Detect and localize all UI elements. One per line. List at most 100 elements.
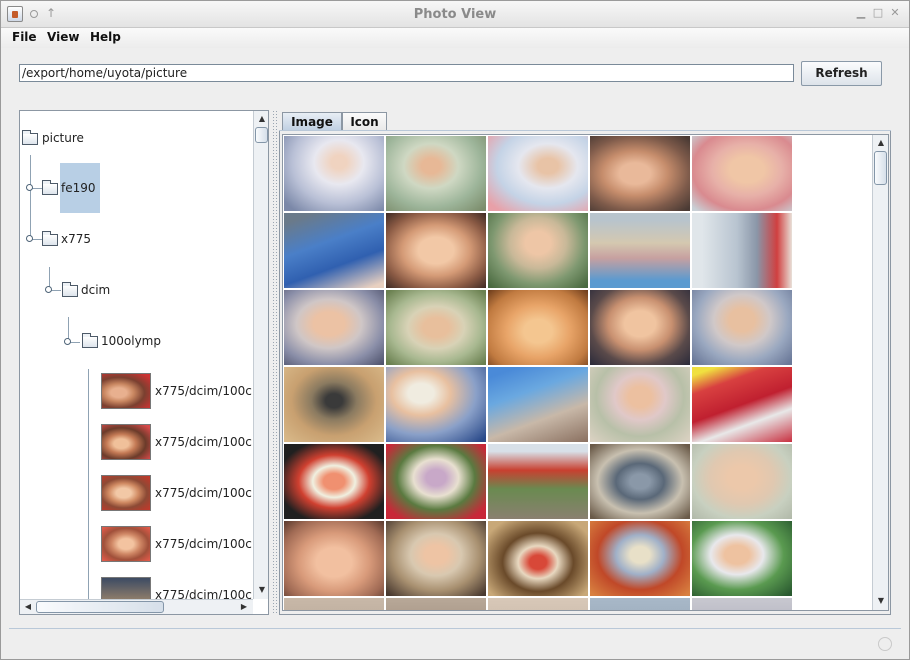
leaf-label: x775/dcim/100c <box>155 588 252 599</box>
leaf-thumbnail <box>101 577 151 599</box>
busy-indicator-icon <box>878 637 892 651</box>
thumbnail-toddler-playroom[interactable] <box>590 213 690 288</box>
thumbnail-fish-platter[interactable] <box>590 521 690 596</box>
thumbnail-shrine-gate[interactable] <box>488 444 588 519</box>
collapse-toggle-icon[interactable] <box>45 286 52 293</box>
thumbnail-sashimi-boat[interactable] <box>488 521 588 596</box>
split-pane-divider[interactable] <box>272 110 278 615</box>
tab-image[interactable]: Image <box>282 112 342 132</box>
thumbnail-baby-outdoor[interactable] <box>692 521 792 596</box>
thumbnail-baby-face-zoom[interactable] <box>284 521 384 596</box>
scroll-left-icon[interactable]: ◀ <box>20 599 36 614</box>
thumbnail-baby-on-quilt[interactable] <box>488 136 588 211</box>
maximize-icon[interactable]: □ <box>871 6 885 20</box>
thumbnail-baby-hat[interactable] <box>386 290 486 365</box>
tree-node-x775[interactable]: x775 <box>40 230 120 250</box>
thumbnail-partial[interactable] <box>284 598 384 610</box>
thumbnail-toy-on-floor[interactable] <box>284 367 384 442</box>
collapse-toggle-icon[interactable] <box>64 338 71 345</box>
tab-icon[interactable]: Icon <box>342 112 387 132</box>
thumbnail-partial[interactable] <box>488 598 588 610</box>
thumbnail-baby-face[interactable] <box>386 213 486 288</box>
folder-icon <box>42 180 58 195</box>
tree-node-label: x775 <box>61 232 92 246</box>
thumbnail-panel: ▲ ▼ <box>282 134 889 611</box>
leaf-label: x775/dcim/100c <box>155 486 252 500</box>
thumbnail-baby-crawling[interactable] <box>386 521 486 596</box>
scroll-up-icon[interactable]: ▲ <box>873 135 888 151</box>
minimize-icon[interactable]: ▁ <box>854 6 868 20</box>
thumbnail-fish-dish[interactable] <box>590 444 690 519</box>
tree-leaf-image[interactable]: x775/dcim/100c <box>100 475 253 515</box>
thumbnail-baby-sleeping[interactable] <box>692 290 792 365</box>
status-bar-divider <box>9 628 901 629</box>
collapse-toggle-icon[interactable] <box>26 235 33 242</box>
thumbnail-partial[interactable] <box>590 598 690 610</box>
leaf-thumbnail <box>101 424 151 460</box>
tree-node-dcim[interactable]: dcim <box>60 281 140 301</box>
thumbnail-baby-sun-hat[interactable] <box>386 367 486 442</box>
thumbnail-grid <box>284 136 792 610</box>
thumbnail-baby-on-floor[interactable] <box>488 367 588 442</box>
thumbnail-partial[interactable] <box>692 598 792 610</box>
scroll-thumb[interactable] <box>255 127 268 143</box>
tree-node-label: fe190 <box>61 181 96 195</box>
folder-icon <box>62 282 78 297</box>
scroll-right-icon[interactable]: ▶ <box>236 599 252 614</box>
tree-connector <box>88 369 89 599</box>
scroll-thumb[interactable] <box>874 151 887 185</box>
collapse-toggle-icon[interactable] <box>26 184 33 191</box>
thumbnail-sushi-plate[interactable] <box>284 444 384 519</box>
thumbnail-baby-bath[interactable] <box>284 213 384 288</box>
close-icon[interactable]: ✕ <box>888 6 902 20</box>
tree-leaf-image[interactable]: x775/dcim/100c <box>100 577 253 599</box>
tree-node-fe190[interactable]: fe190 <box>40 179 120 199</box>
tree-node-label: picture <box>42 131 84 145</box>
leaf-thumbnail <box>101 475 151 511</box>
refresh-button[interactable]: Refresh <box>801 61 882 86</box>
tree-connector <box>30 155 31 239</box>
tree-leaf-image[interactable]: x775/dcim/100c <box>100 526 253 566</box>
thumbnail-baby-laughing[interactable] <box>590 290 690 365</box>
thumbnail-baby-pink-blanket[interactable] <box>692 136 792 211</box>
scroll-down-icon[interactable]: ▼ <box>873 593 888 609</box>
tree-vertical-scrollbar[interactable]: ▲ ▼ <box>253 111 268 599</box>
thumbnail-vertical-scrollbar[interactable]: ▲ ▼ <box>872 135 888 610</box>
folder-icon <box>22 130 38 145</box>
photo-view-window: ↑ Photo View ▁ □ ✕ File View Help /expor… <box>0 0 910 660</box>
tree-leaf-image[interactable]: x775/dcim/100c <box>100 424 253 464</box>
thumbnail-baby-blanket[interactable] <box>386 136 486 211</box>
tree-node-picture[interactable]: picture <box>20 129 120 149</box>
thumbnail-baby-swaddled[interactable] <box>284 136 384 211</box>
menu-view[interactable]: View <box>47 30 79 44</box>
path-input[interactable]: /export/home/uyota/picture <box>19 64 794 82</box>
folder-tree[interactable]: picture fe190 x775 dcim 100olymp x775/dc… <box>19 110 269 615</box>
thumbnail-toddler-sitting[interactable] <box>590 367 690 442</box>
tree-viewport: picture fe190 x775 dcim 100olymp x775/dc… <box>20 111 253 599</box>
thumbnail-baby-lying[interactable] <box>284 290 384 365</box>
leaf-thumbnail <box>101 526 151 562</box>
scroll-thumb[interactable] <box>36 601 164 613</box>
tree-node-100olymp[interactable]: 100olymp <box>80 332 190 352</box>
scroll-down-icon[interactable]: ▼ <box>254 582 268 598</box>
thumbnail-dish-bowl[interactable] <box>386 444 486 519</box>
tree-node-label: 100olymp <box>101 334 161 348</box>
scroll-up-icon[interactable]: ▲ <box>254 111 268 127</box>
menu-file[interactable]: File <box>12 30 37 44</box>
leaf-thumbnail <box>101 373 151 409</box>
thumbnail-baby-bib[interactable] <box>488 213 588 288</box>
thumbnail-baby-face-closeup[interactable] <box>488 290 588 365</box>
tree-leaf-image[interactable]: x775/dcim/100c <box>100 373 253 413</box>
thumbnail-baby-closeup[interactable] <box>590 136 690 211</box>
window-title: Photo View <box>413 7 497 22</box>
folder-icon <box>42 231 58 246</box>
leaf-label: x775/dcim/100c <box>155 435 252 449</box>
thumbnail-baby-bathing[interactable] <box>692 444 792 519</box>
menu-help[interactable]: Help <box>90 30 121 44</box>
menu-bar: File View Help <box>1 28 909 48</box>
thumbnail-toddler-fridge[interactable] <box>692 213 792 288</box>
thumbnail-partial[interactable] <box>386 598 486 610</box>
tree-horizontal-scrollbar[interactable]: ◀ ▶ <box>20 599 253 614</box>
thumbnail-strawberries[interactable] <box>692 367 792 442</box>
title-bar[interactable]: ↑ Photo View ▁ □ ✕ <box>1 1 909 28</box>
